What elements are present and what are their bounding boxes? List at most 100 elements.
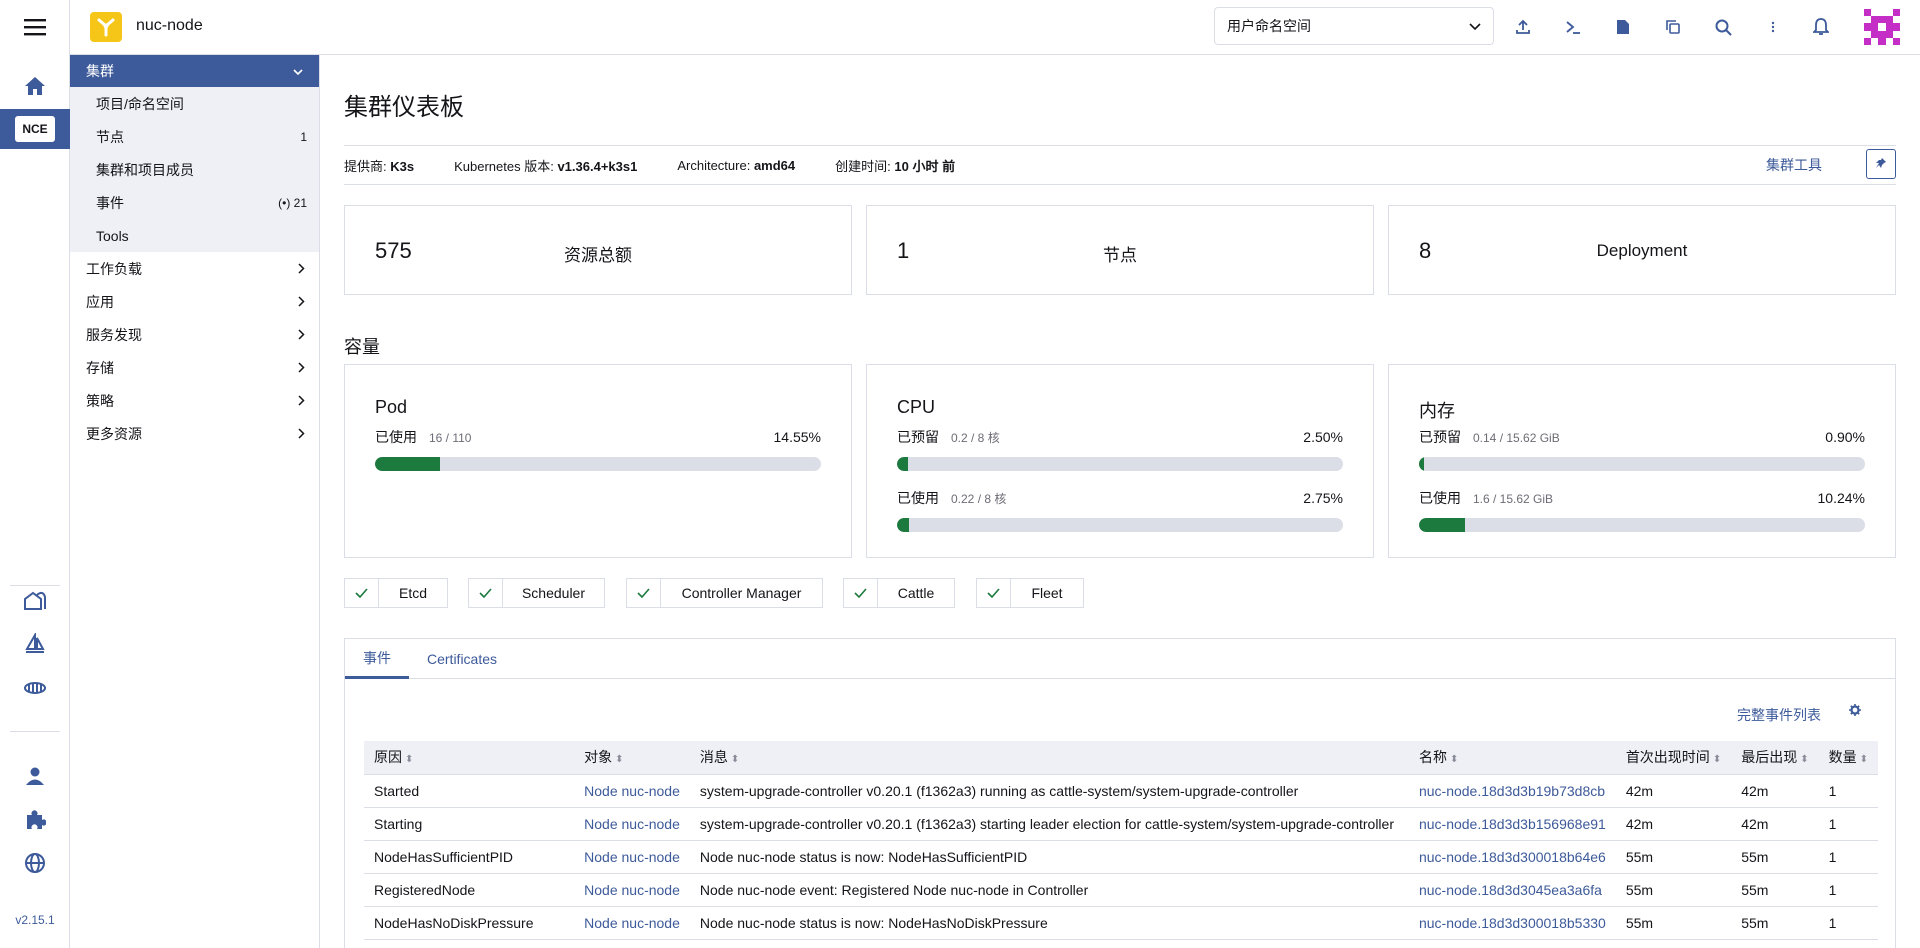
network-icon[interactable]: [0, 668, 70, 708]
pin-button[interactable]: [1866, 149, 1896, 179]
nav-item-projects-namespaces[interactable]: 项目/命名空间: [70, 87, 319, 120]
nav-item-label: 节点: [96, 128, 124, 145]
nav-item-members[interactable]: 集群和项目成员: [70, 153, 319, 186]
download-kubeconfig-icon[interactable]: [1610, 14, 1636, 40]
stat-label: 节点: [1103, 246, 1137, 265]
cluster-badge[interactable]: NCE: [0, 109, 70, 149]
meta-value: K3s: [390, 158, 415, 174]
component-fleet: Fleet: [976, 578, 1084, 608]
cell-object-link[interactable]: Node nuc-node: [574, 873, 690, 907]
nav-item-label: 项目/命名空间: [96, 95, 184, 112]
pin-icon: [1875, 156, 1887, 172]
extensions-icon[interactable]: [0, 800, 70, 840]
cell-message: system-upgrade-controller v0.20.1 (f1362…: [689, 807, 1409, 841]
bar-detail: 1.6 / 15.62 GiB: [1473, 492, 1554, 506]
events-panel: 事件 Certificates 完整事件列表 原因 ⬍ 对象 ⬍ 消息 ⬍ 名称 ⬍ 首…: [344, 638, 1896, 948]
cell-object-link[interactable]: Node nuc-node: [574, 774, 690, 808]
column-header-label: 消息: [699, 749, 728, 766]
cell-first-seen: 55m: [1615, 906, 1732, 940]
nav-item-label: 事件: [96, 194, 124, 211]
cell-name-link[interactable]: nuc-node.18d3d300018b5330: [1408, 906, 1616, 940]
stat-card-resources[interactable]: 575 资源总额: [344, 205, 852, 295]
search-icon[interactable]: [1710, 14, 1736, 40]
bell-icon[interactable]: [1808, 14, 1834, 40]
cluster-tools-link[interactable]: 集群工具: [1766, 155, 1822, 175]
nav-group-label: 集群: [86, 63, 114, 79]
import-yaml-icon[interactable]: [1510, 14, 1536, 40]
more-vertical-icon[interactable]: [1760, 14, 1786, 40]
cell-object-link[interactable]: Node nuc-node: [574, 807, 690, 841]
column-header[interactable]: 名称 ⬍: [1408, 741, 1616, 775]
user-icon[interactable]: [0, 756, 70, 796]
column-header[interactable]: 最后出现 ⬍: [1731, 741, 1819, 775]
fleet-icon[interactable]: [0, 580, 70, 620]
table-row: NodeHasSufficientPID Node nuc-node Node …: [364, 840, 1878, 874]
cell-first-seen: 42m: [1615, 774, 1732, 808]
column-header[interactable]: 消息 ⬍: [689, 741, 1409, 775]
check-icon: [345, 579, 379, 607]
column-header[interactable]: 数量 ⬍: [1818, 741, 1878, 775]
nav-item-apps[interactable]: 应用: [70, 285, 319, 318]
chevron-right-icon: [298, 393, 305, 409]
stat-card-nodes[interactable]: 1 节点: [866, 205, 1374, 295]
cell-first-seen: 42m: [1615, 807, 1732, 841]
cell-name-link[interactable]: nuc-node.18d3d300018b64e6: [1408, 840, 1616, 874]
nav-item-storage[interactable]: 存储: [70, 351, 319, 384]
capacity-bar-block: 已使用 16 / 110 14.55%: [375, 427, 821, 471]
nav-item-label: 集群和项目成员: [96, 161, 194, 178]
cell-name-link[interactable]: nuc-node.18d3d3045ea3a6fa: [1408, 873, 1616, 907]
nav-item-nodes[interactable]: 节点 1: [70, 120, 319, 153]
tab-events[interactable]: 事件: [345, 639, 409, 679]
stat-card-deployments[interactable]: 8 Deployment: [1388, 205, 1896, 295]
nav-item-service-discovery[interactable]: 服务发现: [70, 318, 319, 351]
cell-object-link[interactable]: Node nuc-node: [574, 906, 690, 940]
top-header: nuc-node 用户命名空间: [70, 0, 1920, 55]
nav-item-policy[interactable]: 策略: [70, 384, 319, 417]
nav-item-count: 1: [300, 129, 307, 144]
nav-item-more-resources[interactable]: 更多资源: [70, 417, 319, 450]
tab-certificates[interactable]: Certificates: [409, 639, 515, 679]
nav-group-cluster[interactable]: 集群: [70, 55, 319, 87]
namespace-select-value: 用户命名空间: [1227, 18, 1311, 34]
nav-item-events[interactable]: 事件 (•) 21: [70, 186, 319, 219]
column-header-label: 最后出现: [1741, 749, 1798, 766]
cell-name-link[interactable]: nuc-node.18d3d3b156968e91: [1408, 807, 1616, 841]
cell-last-seen: 42m: [1731, 807, 1819, 841]
bar-label: 已使用: [897, 490, 939, 506]
cell-last-seen: 55m: [1731, 906, 1819, 940]
component-scheduler: Scheduler: [468, 578, 605, 608]
component-cattle: Cattle: [843, 578, 955, 608]
gear-icon[interactable]: [1849, 703, 1861, 719]
version-label[interactable]: v2.15.1: [0, 913, 70, 927]
bar-label: 已预留: [897, 429, 939, 445]
namespace-select[interactable]: 用户命名空间: [1214, 7, 1494, 45]
full-event-list-link[interactable]: 完整事件列表: [1737, 705, 1821, 725]
globe-icon[interactable]: [0, 843, 70, 883]
kubectl-shell-icon[interactable]: [1560, 14, 1586, 40]
cell-count: 1: [1818, 840, 1878, 874]
cell-name-link[interactable]: nuc-node.18d3d3b19b73d8cb: [1408, 774, 1616, 808]
column-header[interactable]: 对象 ⬍: [574, 741, 690, 775]
events-table: 原因 ⬍ 对象 ⬍ 消息 ⬍ 名称 ⬍ 首次出现时间 ⬍ 最后出现 ⬍ 数量 ⬍ Starte…: [364, 741, 1878, 940]
component-etcd: Etcd: [344, 578, 448, 608]
copy-kubeconfig-icon[interactable]: [1660, 14, 1686, 40]
menu-icon[interactable]: [0, 7, 70, 47]
nav-item-workloads[interactable]: 工作负载: [70, 252, 319, 285]
column-header[interactable]: 原因 ⬍: [364, 741, 575, 775]
column-header[interactable]: 首次出现时间 ⬍: [1615, 741, 1732, 775]
bar-detail: 0.2 / 8 核: [951, 431, 1000, 445]
home-icon[interactable]: [0, 66, 70, 106]
avatar[interactable]: [1864, 9, 1900, 45]
cell-object-link[interactable]: Node nuc-node: [574, 840, 690, 874]
capacity-bar-block: 已使用 0.22 / 8 核 2.75%: [897, 488, 1343, 532]
nav-item-tools[interactable]: Tools: [70, 219, 319, 252]
chevron-right-icon: [298, 294, 305, 310]
table-row: Starting Node nuc-node system-upgrade-co…: [364, 807, 1878, 841]
nav-group-items: 项目/命名空间 节点 1 集群和项目成员 事件 (•) 21 Tools: [70, 87, 319, 252]
page-title: 集群仪表板: [344, 94, 464, 121]
chevron-right-icon: [298, 360, 305, 376]
cell-message: Node nuc-node status is now: NodeHasNoDi…: [689, 906, 1409, 940]
sailboat-icon[interactable]: [0, 624, 70, 664]
capacity-card-pod: Pod 已使用 16 / 110 14.55%: [344, 364, 852, 558]
chevron-right-icon: [298, 426, 305, 442]
